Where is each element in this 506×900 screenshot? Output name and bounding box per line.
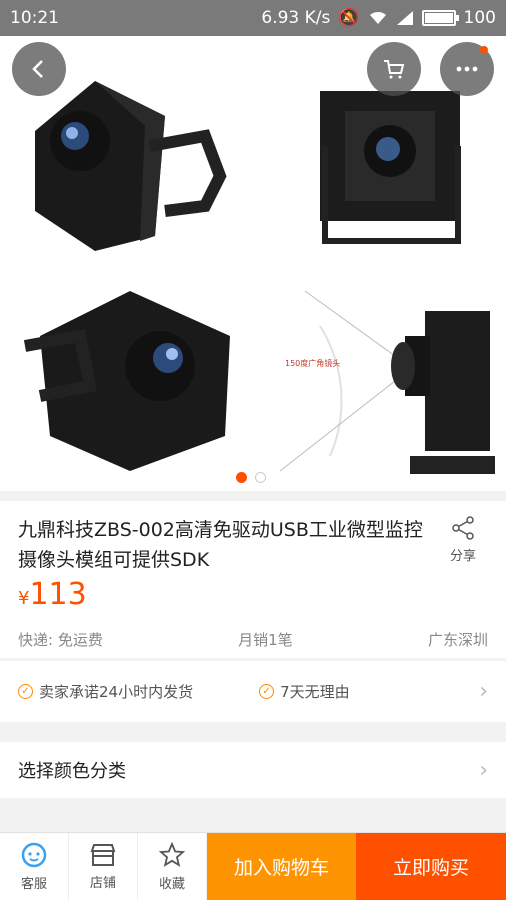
promise-label-1: 卖家承诺24小时内发货 bbox=[39, 683, 194, 701]
shipping-info: 快递: 免运费 bbox=[18, 631, 103, 649]
wifi-icon bbox=[369, 11, 386, 24]
chevron-right-icon: › bbox=[479, 679, 488, 704]
camera-image-4 bbox=[279, 290, 495, 474]
pager-dot-2[interactable] bbox=[255, 472, 266, 483]
product-price: ¥113 bbox=[18, 577, 87, 612]
clock: 10:21 bbox=[10, 8, 59, 28]
share-button[interactable]: 分享 bbox=[440, 515, 486, 564]
notification-dot bbox=[480, 46, 488, 54]
service-promises[interactable]: ✓ 卖家承诺24小时内发货 ✓ 7天无理由 › bbox=[0, 660, 506, 722]
status-bar: 10:21 6.93 K/s 🔕 100 bbox=[0, 0, 506, 36]
sku-selector[interactable]: 选择颜色分类 › bbox=[0, 742, 506, 798]
battery-icon bbox=[421, 10, 459, 26]
shop-button[interactable]: 店铺 bbox=[69, 833, 138, 900]
product-info: 九鼎科技ZBS-002高清免驱动USB工业微型监控摄像头模组可提供SDK 分享 … bbox=[0, 501, 506, 658]
promise-label-2: 7天无理由 bbox=[280, 683, 350, 701]
bottom-action-bar: 客服 店铺 收藏 加入购物车 立即购买 bbox=[0, 832, 506, 900]
camera-image-2 bbox=[320, 91, 461, 244]
lens-annotation: 150度广角镜头 bbox=[285, 358, 340, 368]
chevron-left-icon bbox=[32, 60, 43, 78]
promise-item-shipping: ✓ 卖家承诺24小时内发货 bbox=[18, 681, 193, 702]
currency-symbol: ¥ bbox=[18, 588, 30, 609]
cart-button[interactable] bbox=[367, 42, 421, 96]
monthly-sales: 月销1笔 bbox=[238, 631, 293, 649]
mute-icon: 🔕 bbox=[338, 8, 360, 28]
shop-icon bbox=[90, 844, 116, 866]
favorite-label: 收藏 bbox=[158, 877, 185, 892]
price-value: 113 bbox=[29, 577, 87, 612]
shop-label: 店铺 bbox=[89, 876, 116, 891]
sku-label: 选择颜色分类 bbox=[18, 761, 126, 782]
star-icon bbox=[158, 841, 186, 867]
promise-item-returns: ✓ 7天无理由 bbox=[259, 681, 350, 702]
camera-image-3 bbox=[23, 291, 230, 471]
pager-dot-1[interactable] bbox=[236, 472, 247, 483]
network-speed: 6.93 K/s bbox=[261, 8, 331, 28]
favorite-button[interactable]: 收藏 bbox=[138, 833, 207, 900]
chat-face-icon bbox=[21, 842, 47, 868]
chevron-right-icon: › bbox=[479, 757, 488, 783]
check-circle-icon: ✓ bbox=[259, 684, 275, 699]
product-image: 150度广角镜头 bbox=[23, 81, 495, 474]
more-menu-button[interactable] bbox=[440, 42, 494, 96]
ship-location: 广东深圳 bbox=[427, 631, 488, 649]
check-circle-icon: ✓ bbox=[18, 684, 33, 699]
product-meta: 快递: 免运费 月销1笔 广东深圳 bbox=[18, 629, 488, 650]
battery-level: 100 bbox=[463, 8, 496, 28]
share-icon bbox=[452, 516, 474, 540]
buy-now-button[interactable]: 立即购买 bbox=[356, 833, 506, 900]
product-image-gallery[interactable]: 150度广角镜头 bbox=[0, 36, 506, 491]
service-label: 客服 bbox=[20, 877, 47, 892]
signal-icon bbox=[396, 11, 413, 25]
more-icon bbox=[456, 66, 478, 72]
product-title: 九鼎科技ZBS-002高清免驱动USB工业微型监控摄像头模组可提供SDK bbox=[18, 519, 423, 571]
back-button[interactable] bbox=[12, 42, 66, 96]
camera-image-1 bbox=[35, 81, 227, 251]
gallery-pager bbox=[236, 472, 266, 483]
share-label: 分享 bbox=[449, 549, 476, 564]
cart-icon bbox=[384, 60, 405, 79]
add-to-cart-button[interactable]: 加入购物车 bbox=[207, 833, 356, 900]
customer-service-button[interactable]: 客服 bbox=[0, 833, 69, 900]
